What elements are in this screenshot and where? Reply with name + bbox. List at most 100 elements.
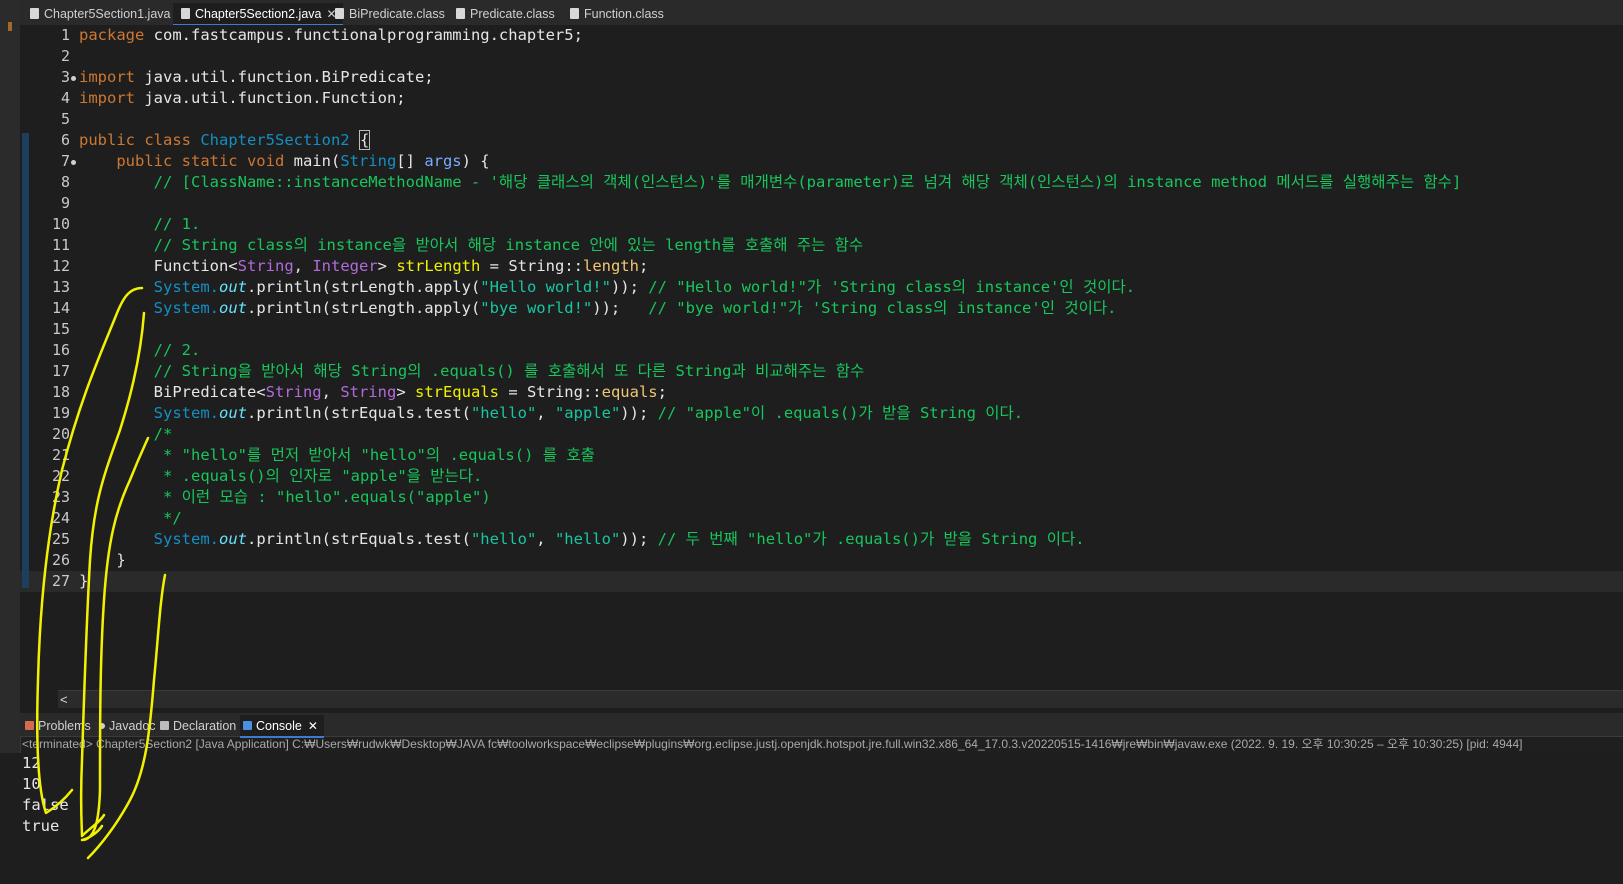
- code-line: 10 // 1.: [20, 214, 1623, 235]
- line-number: 7: [60, 152, 70, 170]
- code-line: 2: [20, 46, 1623, 67]
- tab-chapter5section2[interactable]: Chapter5Section2.java ✕: [173, 3, 343, 26]
- tab-label: Console: [256, 718, 302, 733]
- line-number: 23: [51, 488, 70, 506]
- code-editor[interactable]: 1 package com.fastcampus.functionalprogr…: [20, 25, 1623, 720]
- code-text: System.out.println(strLength.apply("Hell…: [153, 278, 1136, 296]
- code-line: 20 /*: [20, 424, 1623, 445]
- fold-toggle-icon[interactable]: [71, 76, 76, 81]
- code-line: 5: [20, 109, 1623, 130]
- problems-icon: [25, 721, 34, 730]
- line-number: 5: [60, 110, 70, 128]
- tab-function-class[interactable]: Function.class: [562, 3, 664, 24]
- code-text: * 이런 모습 : "hello".equals("apple"): [153, 488, 491, 506]
- console-output-line: true: [22, 817, 60, 835]
- line-number: 24: [51, 509, 70, 527]
- java-file-icon: [30, 8, 39, 19]
- line-number: 2: [60, 47, 70, 65]
- tab-label: Predicate.class: [470, 6, 555, 21]
- tab-bipredicate-class[interactable]: BiPredicate.class: [327, 3, 445, 24]
- tab-label: BiPredicate.class: [349, 6, 445, 21]
- class-file-icon: [335, 8, 344, 19]
- tab-label: Chapter5Section1.java: [44, 6, 171, 21]
- tab-console[interactable]: Console ✕: [240, 715, 324, 738]
- line-number: 18: [51, 383, 70, 401]
- line-number: 1: [60, 26, 70, 44]
- code-line: 18 BiPredicate<String, String> strEquals…: [20, 382, 1623, 403]
- left-gutter-strip: [0, 0, 21, 884]
- tab-label: Problems: [38, 718, 91, 733]
- code-text: // String class의 instance을 받아서 해당 instan…: [153, 236, 864, 254]
- code-line: 16 // 2.: [20, 340, 1623, 361]
- tab-declaration[interactable]: Declaration: [157, 715, 236, 736]
- code-line: 4 import java.util.function.Function;: [20, 88, 1623, 109]
- scroll-left-icon[interactable]: <: [60, 691, 68, 708]
- java-file-icon: [181, 8, 190, 19]
- close-tab-icon[interactable]: ✕: [308, 719, 318, 733]
- line-number: 16: [51, 341, 70, 359]
- code-text: // 2.: [153, 341, 201, 359]
- editor-tab-bar: Chapter5Section1.java Chapter5Section2.j…: [20, 0, 1623, 26]
- code-line: 8 // [ClassName::instanceMethodName - '해…: [20, 172, 1623, 193]
- line-number: 26: [51, 551, 70, 569]
- code-text: // [ClassName::instanceMethodName - '해당 …: [153, 173, 1462, 191]
- bottom-panel-tab-bar: Problems Javadoc Declaration Console ✕: [20, 713, 1623, 738]
- code-text: // 1.: [153, 215, 201, 233]
- tab-javadoc[interactable]: Javadoc: [96, 715, 156, 736]
- line-number: 9: [60, 194, 70, 212]
- class-file-icon: [456, 8, 465, 19]
- code-line: 14 System.out.println(strLength.apply("b…: [20, 298, 1623, 319]
- line-number: 11: [51, 236, 70, 254]
- console-output[interactable]: 12 10 false true: [0, 753, 1623, 884]
- code-line: 1 package com.fastcampus.functionalprogr…: [20, 25, 1623, 46]
- code-line: 13 System.out.println(strLength.apply("H…: [20, 277, 1623, 298]
- code-line: 7 public static void main(String[] args)…: [20, 151, 1623, 172]
- code-line: 19 System.out.println(strEquals.test("he…: [20, 403, 1623, 424]
- console-output-line: 10: [22, 775, 41, 793]
- javadoc-icon: [99, 722, 105, 729]
- line-number: 25: [51, 530, 70, 548]
- code-text: System.out.println(strEquals.test("hello…: [153, 530, 1085, 548]
- code-text: public class Chapter5Section2 {: [79, 130, 371, 150]
- console-output-line: 12: [22, 754, 41, 772]
- tab-label: Declaration: [173, 718, 237, 733]
- code-line: 21 * "hello"를 먼저 받아서 "hello"의 .equals() …: [20, 445, 1623, 466]
- line-number: 17: [51, 362, 70, 380]
- declaration-icon: [160, 721, 169, 730]
- line-number: 27: [51, 572, 70, 590]
- tab-predicate-class[interactable]: Predicate.class: [448, 3, 555, 24]
- code-text: * .equals()의 인자로 "apple"을 받는다.: [153, 467, 483, 485]
- code-line: 11 // String class의 instance을 받아서 해당 ins…: [20, 235, 1623, 256]
- tab-problems[interactable]: Problems: [22, 715, 91, 736]
- tab-label: Chapter5Section2.java: [195, 6, 322, 21]
- console-status-line: <terminated> Chapter5Section2 [Java Appl…: [22, 736, 1623, 754]
- code-text: */: [153, 509, 182, 527]
- line-number: 6: [60, 131, 70, 149]
- change-ruler: [22, 133, 29, 588]
- code-line: 9: [20, 193, 1623, 214]
- console-icon: [243, 721, 252, 730]
- code-line: 26 }: [20, 550, 1623, 571]
- code-line: 24 */: [20, 508, 1623, 529]
- fold-toggle-icon[interactable]: [71, 160, 76, 165]
- code-text: package com.fastcampus.functionalprogram…: [79, 26, 583, 44]
- code-line: 6 public class Chapter5Section2 {: [20, 130, 1623, 151]
- line-number: 8: [60, 173, 70, 191]
- code-text: BiPredicate<String, String> strEquals = …: [153, 383, 667, 401]
- line-number: 22: [51, 467, 70, 485]
- code-text: public static void main(String[] args) {: [116, 152, 490, 170]
- line-number: 13: [51, 278, 70, 296]
- code-text: System.out.println(strLength.apply("bye …: [153, 299, 1117, 317]
- code-line: 23 * 이런 모습 : "hello".equals("apple"): [20, 487, 1623, 508]
- tab-label: Javadoc: [109, 718, 156, 733]
- code-line: 22 * .equals()의 인자로 "apple"을 받는다.: [20, 466, 1623, 487]
- line-number: 15: [51, 320, 70, 338]
- line-number: 20: [51, 425, 70, 443]
- line-number: 3: [60, 68, 70, 86]
- line-number: 4: [60, 89, 70, 107]
- code-text: // String을 받아서 해당 String의 .equals() 를 호출…: [153, 362, 865, 380]
- tab-chapter5section1[interactable]: Chapter5Section1.java: [22, 3, 170, 24]
- line-number: 10: [51, 215, 70, 233]
- marker-icon: [8, 22, 12, 31]
- horizontal-scrollbar[interactable]: <: [58, 690, 1623, 708]
